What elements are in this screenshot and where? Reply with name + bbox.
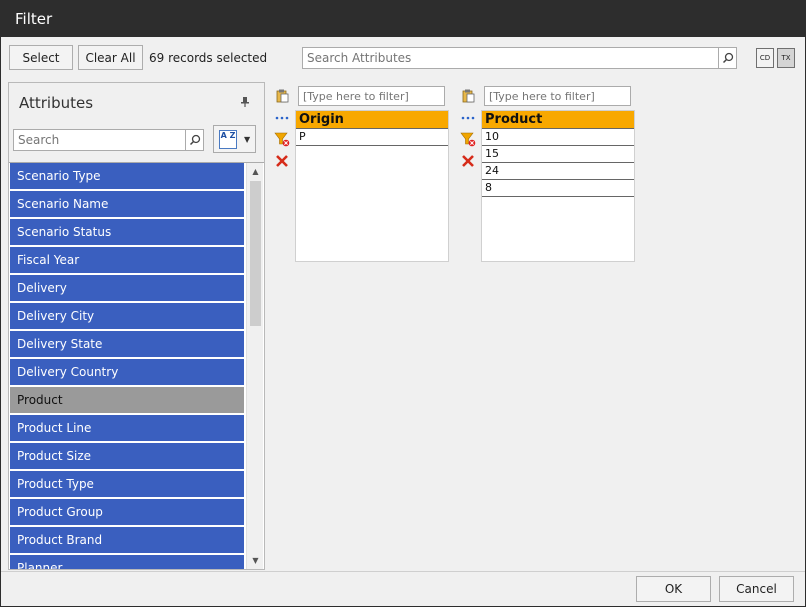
paste-icon[interactable] (274, 88, 290, 104)
records-selected-count: 69 records selected (149, 51, 268, 65)
attribute-list-item[interactable]: Delivery City (10, 303, 244, 330)
origin-column-header: Origin (296, 111, 448, 129)
attribute-search-box (13, 129, 204, 151)
product-column-box: Product 10 15 24 8 (481, 110, 635, 262)
toggle-tx-button[interactable]: TX (777, 48, 795, 68)
clear-all-button[interactable]: Clear All (78, 45, 143, 70)
product-column-header: Product (482, 111, 634, 129)
attributes-panel: Attributes A Z ▼ Scenario TypeScenario N… (8, 82, 265, 570)
remove-column-icon[interactable] (274, 153, 290, 169)
attribute-list-item[interactable]: Fiscal Year (10, 247, 244, 274)
cancel-button[interactable]: Cancel (719, 576, 794, 602)
clear-filter-icon[interactable] (460, 131, 476, 147)
clear-filter-icon[interactable] (274, 131, 290, 147)
attribute-list-item[interactable]: Scenario Name (10, 191, 244, 218)
scroll-down-icon[interactable]: ▼ (247, 552, 264, 569)
attribute-list-item[interactable]: Product Brand (10, 527, 244, 554)
scrollbar-thumb[interactable] (250, 181, 261, 326)
search-icon[interactable] (718, 48, 736, 68)
sort-dropdown-button[interactable]: A Z ▼ (213, 125, 256, 153)
product-column-filter-input[interactable] (484, 86, 631, 106)
scroll-up-icon[interactable]: ▲ (247, 163, 264, 180)
attribute-list-item[interactable]: Product (10, 387, 244, 414)
column-value-row[interactable]: 15 (482, 146, 634, 163)
column-value-row[interactable]: 24 (482, 163, 634, 180)
more-options-icon[interactable] (460, 110, 476, 126)
attribute-list-item[interactable]: Product Type (10, 471, 244, 498)
search-icon[interactable] (185, 130, 203, 150)
column-value-row[interactable]: 10 (482, 129, 634, 146)
paste-icon[interactable] (460, 88, 476, 104)
attribute-list-item[interactable]: Delivery Country (10, 359, 244, 386)
more-options-icon[interactable] (274, 110, 290, 126)
attribute-list-item[interactable]: Scenario Type (10, 163, 244, 190)
attributes-panel-title: Attributes (19, 94, 94, 112)
sort-az-icon: A Z (219, 130, 237, 149)
select-button[interactable]: Select (9, 45, 73, 70)
attribute-list-item[interactable]: Scenario Status (10, 219, 244, 246)
search-attributes-box (302, 47, 737, 69)
pin-icon[interactable] (241, 97, 249, 110)
ok-button[interactable]: OK (636, 576, 711, 602)
origin-column-box: Origin P (295, 110, 449, 262)
chevron-down-icon: ▼ (244, 135, 251, 144)
attribute-search-input[interactable] (14, 130, 184, 150)
attribute-list-item[interactable]: Planner (10, 555, 244, 569)
remove-column-icon[interactable] (460, 153, 476, 169)
toggle-cd-button[interactable]: CD (756, 48, 774, 68)
footer-divider (1, 571, 805, 572)
vertical-scrollbar[interactable]: ▲ ▼ (246, 163, 263, 569)
column-value-row[interactable]: P (296, 129, 448, 146)
window-title: Filter (1, 1, 805, 37)
search-attributes-input[interactable] (303, 48, 717, 68)
attribute-list: Scenario Type Scenario Name Scenario Statu… (9, 162, 264, 569)
attribute-list-item[interactable]: Delivery State (10, 331, 244, 358)
column-value-row[interactable]: 8 (482, 180, 634, 197)
origin-column-filter-input[interactable] (298, 86, 445, 106)
filter-dialog: Filter Select Clear All 69 records selec… (0, 0, 806, 607)
attribute-list-item[interactable]: Product Group (10, 499, 244, 526)
attribute-list-item[interactable]: Delivery (10, 275, 244, 302)
attribute-list-item[interactable]: Product Size (10, 443, 244, 470)
attribute-list-item[interactable]: Product Line (10, 415, 244, 442)
